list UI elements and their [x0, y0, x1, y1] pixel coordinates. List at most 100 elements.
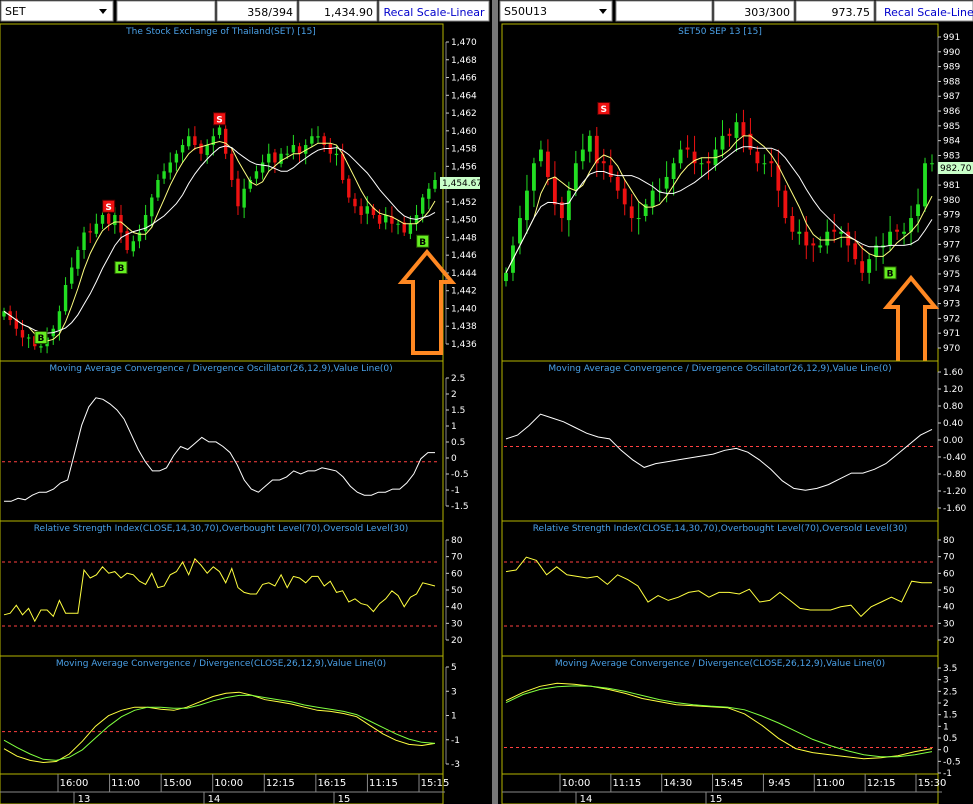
- candle-body: [552, 176, 557, 205]
- candle-body: [70, 267, 74, 284]
- candle-body: [254, 171, 259, 179]
- signal-label: S: [216, 115, 222, 125]
- axis-tick-label: 40: [451, 603, 463, 613]
- candle-body: [706, 161, 711, 164]
- axis-tick-label: 1: [451, 712, 457, 722]
- time-tick-label: 15:30: [918, 778, 947, 789]
- candle-body: [762, 163, 767, 165]
- candle-body: [818, 245, 823, 248]
- right-macd-title: Moving Average Convergence / Divergence(…: [555, 659, 885, 669]
- candle-body: [545, 151, 550, 177]
- candle-body: [532, 163, 536, 191]
- candle-body: [518, 218, 522, 244]
- axis-tick-label: 1,448: [451, 233, 477, 243]
- axis-tick-label: 50: [943, 586, 955, 596]
- axis-tick-label: 3.5: [943, 664, 957, 674]
- axis-tick-label: -0.5: [943, 757, 961, 767]
- axis-tick-label: 50: [451, 586, 463, 596]
- axis-tick-label: 80: [451, 536, 463, 546]
- time-tick-label: 16:00: [60, 778, 89, 789]
- candle-body: [260, 162, 265, 173]
- chart-workspace: SET 358/394 1,434.90 Recal Scale-Linear …: [0, 0, 973, 804]
- right-chart-window: S50U13 303/300 973.75 Recal Scale-Linear…: [498, 0, 973, 804]
- candle-body: [573, 163, 578, 191]
- time-tick-label: 15:00: [163, 778, 192, 789]
- candle-body: [727, 133, 732, 136]
- candle-body: [860, 261, 865, 273]
- axis-tick-label: 5: [451, 663, 457, 673]
- axis-tick-label: 80: [943, 536, 955, 546]
- candle-body: [131, 241, 135, 252]
- axis-tick-label: 2: [451, 390, 457, 400]
- axis-tick-label: 60: [451, 569, 463, 579]
- candle-body: [205, 145, 209, 156]
- axis-tick-label: 1,446: [451, 251, 477, 261]
- candle-body: [340, 153, 345, 180]
- right-macd-panel: [501, 655, 939, 775]
- candle-body: [273, 152, 277, 163]
- time-tick-label: 15:45: [714, 778, 743, 789]
- candle-body: [608, 165, 613, 177]
- candle-body: [57, 311, 62, 331]
- candle-body: [525, 190, 529, 221]
- candle-body: [930, 163, 934, 165]
- candle-body: [180, 145, 185, 153]
- candle-body: [76, 250, 80, 269]
- axis-tick-label: 0.00: [943, 436, 963, 446]
- time-tick-label: 16:15: [317, 778, 346, 789]
- candle-body: [168, 162, 172, 173]
- candle-body: [587, 135, 592, 152]
- axis-tick-label: 60: [943, 569, 955, 579]
- candle-body: [853, 243, 858, 260]
- axis-tick-label: 972: [943, 314, 960, 324]
- date-label: 14: [580, 794, 593, 804]
- candle-body: [923, 163, 927, 207]
- candle-body: [433, 180, 437, 189]
- axis-tick-label: 1,442: [451, 287, 477, 297]
- axis-tick-label: 1,444: [451, 269, 477, 279]
- candle-body: [601, 161, 606, 164]
- candle-body: [347, 178, 351, 198]
- axis-tick-label: 1.5: [943, 711, 957, 721]
- candle-body: [223, 128, 228, 154]
- candle-body: [888, 231, 893, 246]
- candle-body: [895, 229, 900, 232]
- candle-body: [113, 215, 117, 226]
- signal-label: B: [419, 238, 426, 248]
- candle-body: [734, 122, 739, 138]
- axis-tick-label: -0.40: [943, 453, 967, 463]
- candle-body: [720, 135, 725, 150]
- axis-tick-label: 1,466: [451, 74, 477, 84]
- left-symbol-text: SET: [5, 5, 26, 18]
- axis-tick-label: 3: [943, 676, 949, 686]
- axis-tick-label: 0.80: [943, 402, 963, 412]
- candle-body: [867, 259, 872, 273]
- axis-tick-label: 3: [451, 687, 457, 697]
- axis-tick-label: 0.40: [943, 419, 963, 429]
- axis-tick-label: 30: [451, 619, 463, 629]
- axis-tick-label: 988: [943, 77, 960, 87]
- left-macd-title: Moving Average Convergence / Divergence(…: [56, 659, 386, 669]
- candle-body: [174, 153, 179, 163]
- axis-tick-label: -1: [451, 736, 460, 746]
- candle-body: [199, 143, 203, 154]
- candle-body: [622, 188, 627, 205]
- date-label: 15: [710, 794, 723, 804]
- left-counter: 358/394: [247, 6, 293, 19]
- right-recal-scale-label: Recal Scale-Linear: [884, 6, 973, 19]
- axis-tick-label: 0.5: [943, 734, 957, 744]
- axis-tick-label: 1,456: [451, 162, 477, 172]
- window-splitter[interactable]: [492, 0, 498, 804]
- axis-tick-label: 1.60: [943, 368, 963, 378]
- axis-tick-label: 1,470: [451, 38, 477, 48]
- axis-tick-label: 971: [943, 329, 960, 339]
- candle-body: [242, 188, 246, 208]
- axis-tick-label: 985: [943, 122, 960, 132]
- left-macd-osc-title: Moving Average Convergence / Divergence …: [49, 364, 392, 374]
- axis-tick-label: 973: [943, 300, 960, 310]
- candle-body: [636, 218, 641, 220]
- candle-body: [408, 223, 413, 234]
- time-tick-label: 9:45: [768, 778, 790, 789]
- candle-body: [26, 337, 31, 339]
- candle-body: [755, 151, 760, 164]
